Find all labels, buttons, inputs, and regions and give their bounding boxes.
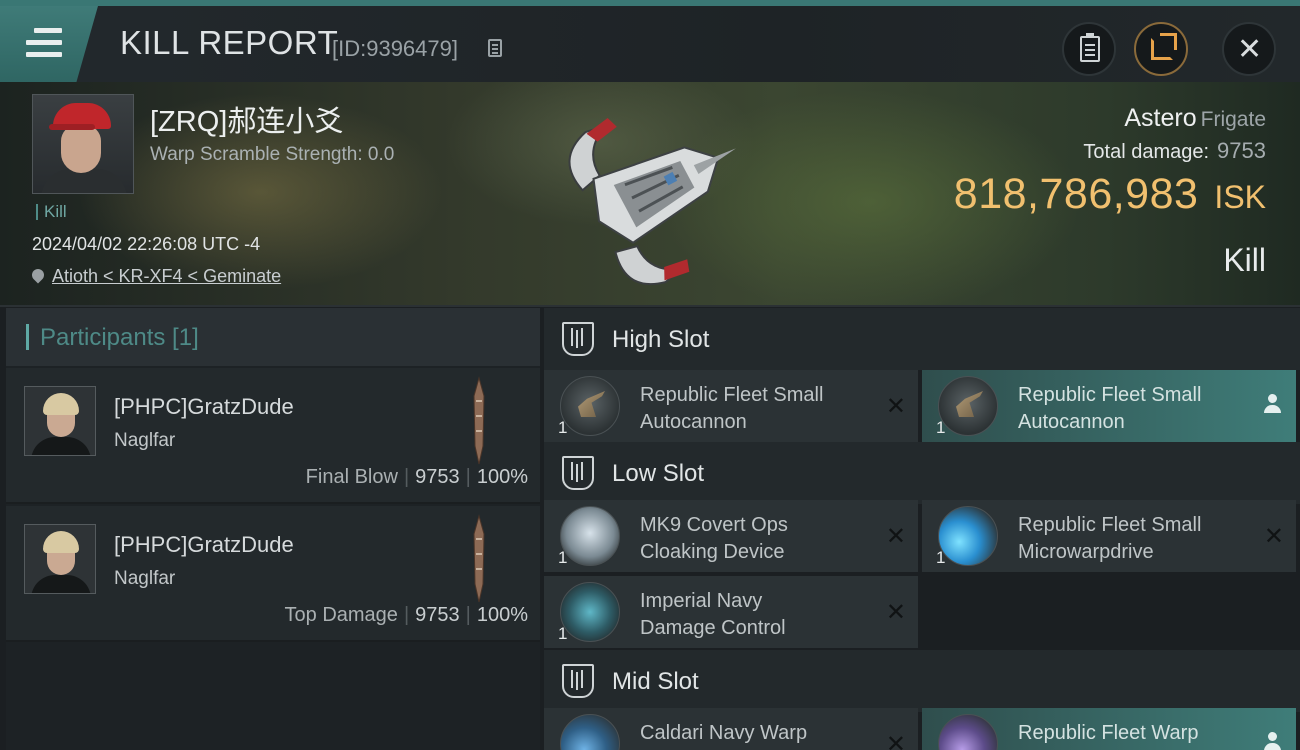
location-text[interactable]: Atioth < KR-XF4 < Geminate xyxy=(52,266,281,286)
participant-row[interactable]: [PHPC]GratzDude Naglfar Final Blow | 9753 |… xyxy=(6,368,540,504)
participant-name: [PHPC]GratzDude xyxy=(114,394,294,419)
report-id: [ID:9396479] xyxy=(332,36,458,61)
warp-module-icon xyxy=(560,714,620,750)
kill-timestamp: 2024/04/02 22:26:08 UTC -4 xyxy=(32,234,261,254)
menu-icon xyxy=(26,28,62,58)
autocannon-icon xyxy=(560,376,620,436)
destroyed-icon: ✕ xyxy=(885,599,906,626)
participant-label: Top Damage xyxy=(284,604,398,626)
clipboard-icon xyxy=(1080,33,1100,62)
participants-title: Participants [1] xyxy=(40,324,199,351)
cloaking-device-icon xyxy=(560,506,620,566)
ship-render-image xyxy=(568,118,736,286)
close-icon: ✕ xyxy=(1237,33,1263,66)
module-item[interactable]: Caldari Navy Warp ✕ xyxy=(544,708,918,750)
participant-damage: 9753 xyxy=(415,604,460,626)
module-item[interactable]: 1 MK9 Covert Ops Cloaking Device ✕ xyxy=(544,500,918,572)
module-item[interactable]: 1 Republic Fleet Small Autocannon ✕ xyxy=(544,370,918,442)
mid-slot-title: Mid Slot xyxy=(612,668,699,695)
total-damage-label: Total damage: xyxy=(1083,141,1210,163)
participant-avatar[interactable] xyxy=(24,386,96,456)
autocannon-icon xyxy=(938,376,998,436)
participant-ship: Naglfar xyxy=(114,568,176,589)
participant-percent: 100% xyxy=(476,466,528,488)
isk-value: 818,786,983 ISK xyxy=(954,170,1266,219)
isk-unit: ISK xyxy=(1214,179,1266,215)
high-slot-title: High Slot xyxy=(612,326,710,353)
participant-stats: Top Damage | 9753 | 100% xyxy=(284,604,528,626)
module-quantity: 1 xyxy=(558,548,568,567)
module-name: Imperial Navy Damage Control xyxy=(640,590,786,639)
report-result: Kill xyxy=(1223,242,1266,278)
clipboard-button[interactable] xyxy=(1062,22,1116,76)
dropped-person-icon xyxy=(1264,732,1281,750)
close-button[interactable]: ✕ xyxy=(1222,22,1276,76)
ship-name: Astero xyxy=(1124,104,1197,132)
destroyed-icon: ✕ xyxy=(885,523,906,550)
menu-button[interactable] xyxy=(0,6,98,82)
low-slot-header: Low Slot xyxy=(544,442,1300,504)
kill-tag: Kill xyxy=(36,203,67,220)
module-item[interactable]: 1 Republic Fleet Small Autocannon xyxy=(922,370,1296,442)
participant-damage: 9753 xyxy=(415,466,460,488)
participant-row[interactable]: [PHPC]GratzDude Naglfar Top Damage | 9753 |… xyxy=(6,506,540,642)
location-pin-icon xyxy=(29,266,47,284)
fitting-panel: High Slot 1 Republic Fleet Small Autocann… xyxy=(544,308,1300,750)
destroyed-icon: ✕ xyxy=(885,393,906,420)
victim-summary: [ZRQ]郝连小爻 Warp Scramble Strength: 0.0 Ki… xyxy=(0,82,1300,307)
module-name: Republic Fleet Small Autocannon xyxy=(1018,384,1202,433)
high-slot-header: High Slot xyxy=(544,308,1300,370)
module-quantity: 1 xyxy=(936,548,946,567)
warp-module-icon xyxy=(938,714,998,750)
module-quantity: 1 xyxy=(558,418,568,437)
participant-percent: 100% xyxy=(476,604,528,626)
participants-header: Participants [1] xyxy=(6,308,540,366)
destroyed-icon: ✕ xyxy=(885,731,906,750)
participant-stats: Final Blow | 9753 | 100% xyxy=(305,466,528,488)
participant-avatar[interactable] xyxy=(24,524,96,594)
share-icon xyxy=(1151,33,1177,60)
slot-shield-icon xyxy=(562,664,594,698)
warp-scramble-strength: Warp Scramble Strength: 0.0 xyxy=(150,144,395,165)
participant-ship: Naglfar xyxy=(114,430,176,451)
destroyed-icon: ✕ xyxy=(1263,523,1284,550)
share-button[interactable] xyxy=(1134,22,1188,76)
module-name: Republic Fleet Small Autocannon xyxy=(640,384,824,433)
slot-shield-icon xyxy=(562,322,594,356)
slot-shield-icon xyxy=(562,456,594,490)
module-name: Republic Fleet Warp xyxy=(1018,722,1199,744)
module-name: Republic Fleet Small Microwarpdrive xyxy=(1018,514,1202,563)
isk-amount: 818,786,983 xyxy=(953,170,1199,218)
microwarpdrive-icon xyxy=(938,506,998,566)
dropped-person-icon xyxy=(1264,394,1281,414)
total-damage: Total damage: 9753 xyxy=(1083,138,1266,164)
page-title: KILL REPORT xyxy=(120,24,339,61)
location-link[interactable]: Atioth < KR-XF4 < Geminate xyxy=(29,266,281,287)
module-item[interactable]: 1 Republic Fleet Small Microwarpdrive ✕ xyxy=(922,500,1296,572)
participant-label: Final Blow xyxy=(305,466,398,488)
victim-name[interactable]: [ZRQ]郝连小爻 xyxy=(150,98,343,140)
module-item[interactable]: Republic Fleet Warp xyxy=(922,708,1296,750)
module-quantity: 1 xyxy=(558,624,568,643)
module-name: MK9 Covert Ops Cloaking Device xyxy=(640,514,788,563)
ship-class: Frigate xyxy=(1200,108,1266,131)
copy-icon[interactable] xyxy=(488,39,502,57)
low-slot-title: Low Slot xyxy=(612,460,705,487)
participant-name: [PHPC]GratzDude xyxy=(114,532,294,557)
module-item[interactable]: 1 Imperial Navy Damage Control ✕ xyxy=(544,576,918,648)
participant-ship-icon xyxy=(473,514,485,603)
mid-slot-header: Mid Slot xyxy=(544,650,1300,712)
damage-control-icon xyxy=(560,582,620,642)
victim-avatar[interactable] xyxy=(32,94,134,194)
participant-ship-icon xyxy=(473,376,485,465)
participants-panel: Participants [1] [PHPC]GratzDude Naglfar… xyxy=(6,308,540,750)
module-name: Caldari Navy Warp xyxy=(640,722,808,744)
total-damage-value: 9753 xyxy=(1217,138,1266,163)
header-bar: KILL REPORT [ID:9396479] ✕ xyxy=(0,0,1300,82)
module-quantity: 1 xyxy=(936,418,946,437)
ship-type[interactable]: Astero Frigate xyxy=(1124,104,1266,133)
